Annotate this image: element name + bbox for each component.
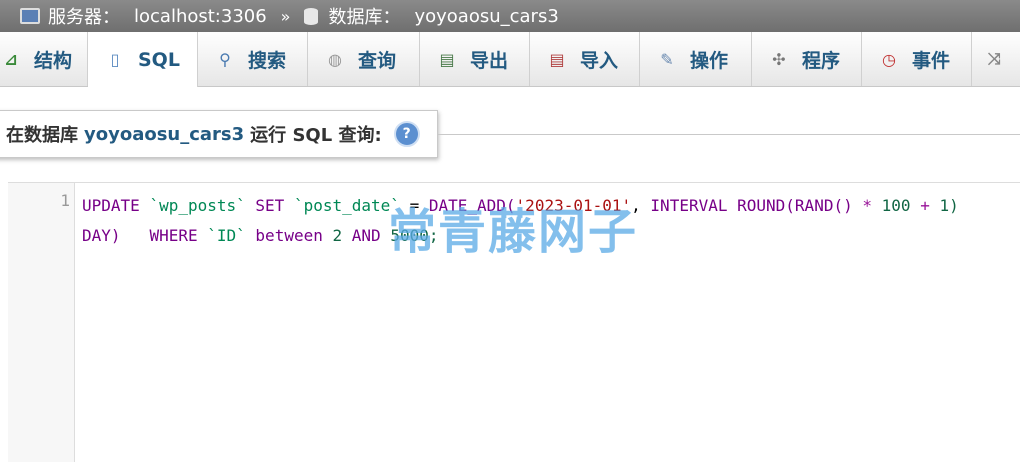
token-identifier: `wp_posts` xyxy=(149,196,246,215)
line-number: 1 xyxy=(60,191,70,210)
routines-icon: ✣ xyxy=(772,49,786,69)
token-keyword: WHERE xyxy=(149,226,198,245)
server-icon xyxy=(20,8,40,24)
database-link[interactable]: yoyoaosu_cars3 xyxy=(414,6,558,27)
tab-bar: ⊿ 结构 ▯ SQL ⚲ 搜索 ◍ 查询 ▤ 导出 ▤ 导入 ✎ 操作 ✣ 程序… xyxy=(0,32,1020,87)
token-identifier: `post_date` xyxy=(293,196,400,215)
wrench-icon: ✎ xyxy=(660,49,674,69)
divider xyxy=(438,134,1020,135)
tab-import[interactable]: ▤ 导入 xyxy=(530,32,640,86)
token-number: 1) xyxy=(939,196,959,215)
tab-events[interactable]: ◷ 事件 xyxy=(862,32,972,86)
import-icon: ▤ xyxy=(549,49,565,69)
token-operator: + xyxy=(920,196,930,215)
database-label: 数据库： xyxy=(328,7,401,28)
token-identifier: `ID` xyxy=(207,226,246,245)
tab-structure[interactable]: ⊿ 结构 xyxy=(0,32,88,86)
token-number: 2 xyxy=(332,226,343,245)
watermark: 常青藤网子 xyxy=(388,204,639,260)
tab-routines[interactable]: ✣ 程序 xyxy=(752,32,862,86)
events-icon: ◷ xyxy=(882,49,896,69)
token-keyword: between xyxy=(255,226,323,245)
query-icon: ◍ xyxy=(328,49,342,69)
token-keyword: DAY) xyxy=(82,226,121,245)
breadcrumb-separator: » xyxy=(280,6,291,26)
tab-export[interactable]: ▤ 导出 xyxy=(420,32,530,86)
sql-query-header: 在数据库 yoyoaosu_cars3 运行 SQL 查询: ? xyxy=(0,110,438,158)
token-keyword: AND xyxy=(351,226,381,245)
query-header-db: yoyoaosu_cars3 xyxy=(84,123,245,145)
structure-icon: ⊿ xyxy=(4,49,18,69)
tab-sql[interactable]: ▯ SQL xyxy=(88,32,198,87)
token-keyword: SET xyxy=(255,196,285,215)
token-keyword: UPDATE xyxy=(82,196,140,215)
token-operator: * xyxy=(862,196,872,215)
line-gutter: 1 xyxy=(8,183,75,462)
query-header-suffix: 运行 SQL 查询: xyxy=(250,125,382,146)
query-header-prefix: 在数据库 xyxy=(6,125,78,146)
tab-more[interactable]: ⤨ xyxy=(972,32,1020,86)
export-icon: ▤ xyxy=(439,49,455,69)
token-keyword: INTERVAL xyxy=(650,196,728,215)
token-function: ROUND(RAND() xyxy=(737,196,853,215)
database-icon xyxy=(304,7,319,25)
tab-search[interactable]: ⚲ 搜索 xyxy=(198,32,308,86)
tab-query[interactable]: ◍ 查询 xyxy=(308,32,420,86)
server-label: 服务器： xyxy=(48,7,120,28)
breadcrumb: 服务器： localhost:3306 » 数据库： yoyoaosu_cars… xyxy=(0,0,1020,32)
help-icon[interactable]: ? xyxy=(393,121,420,147)
sql-icon: ▯ xyxy=(110,50,120,69)
triggers-icon: ⤨ xyxy=(988,49,1001,68)
tab-operations[interactable]: ✎ 操作 xyxy=(640,32,752,86)
search-icon: ⚲ xyxy=(219,49,231,69)
server-link[interactable]: localhost:3306 xyxy=(134,6,267,27)
token-number: 100 xyxy=(881,196,911,215)
